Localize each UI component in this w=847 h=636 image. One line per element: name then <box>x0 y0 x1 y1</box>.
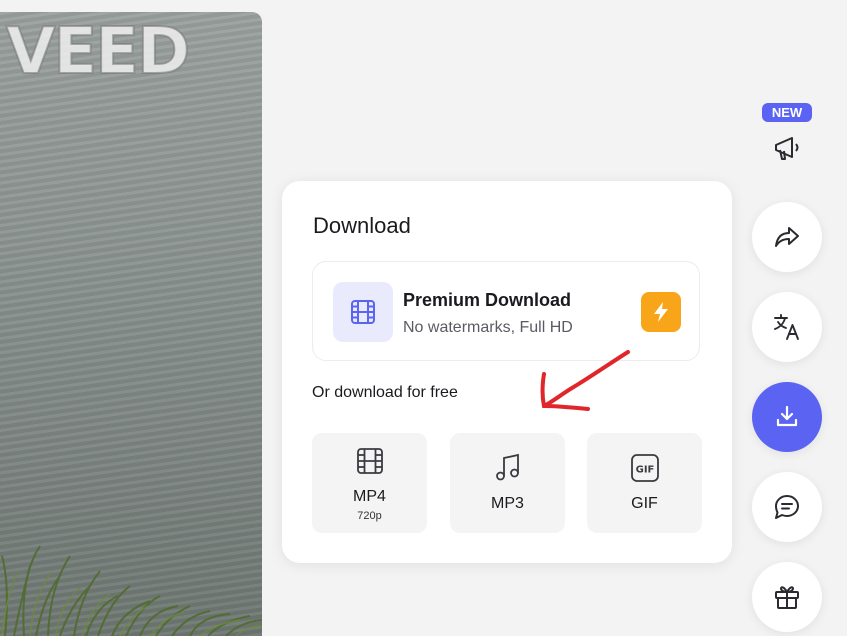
comment-icon <box>775 495 799 519</box>
annotation-arrow <box>540 350 630 411</box>
download-icon <box>776 405 798 427</box>
gif-option[interactable]: GIF GIF <box>587 433 702 533</box>
translate-button[interactable] <box>752 292 822 362</box>
translate-icon <box>774 314 799 340</box>
comment-button[interactable] <box>752 472 822 542</box>
gift-icon <box>775 586 799 609</box>
download-panel: Download Premium Download No watermarks,… <box>282 181 732 563</box>
premium-subtitle: No watermarks, Full HD <box>403 319 573 336</box>
mp3-option[interactable]: MP3 <box>450 433 565 533</box>
mp4-resolution: 720p <box>357 510 382 522</box>
veed-logo: VEED <box>5 15 191 89</box>
download-title: Download <box>313 213 411 238</box>
film-icon <box>312 447 427 475</box>
premium-title: Premium Download <box>403 290 572 310</box>
film-icon <box>333 282 393 342</box>
free-download-label: Or download for free <box>312 384 458 401</box>
mp3-label: MP3 <box>491 495 524 512</box>
new-badge: NEW <box>762 103 812 122</box>
gif-label: GIF <box>631 495 658 512</box>
video-preview: VEED <box>0 12 262 636</box>
download-button[interactable] <box>752 382 822 452</box>
grass-foreground <box>1 545 262 636</box>
megaphone-icon[interactable] <box>770 131 804 165</box>
share-button[interactable] <box>752 202 822 272</box>
gif-icon: GIF <box>587 453 702 483</box>
share-icon <box>775 227 799 247</box>
music-note-icon <box>450 453 565 483</box>
mp4-label: MP4 <box>353 488 386 505</box>
bolt-icon <box>641 292 681 332</box>
svg-text:GIF: GIF <box>635 465 654 476</box>
gift-button[interactable] <box>752 562 822 632</box>
mp4-option[interactable]: MP4 720p <box>312 433 427 533</box>
